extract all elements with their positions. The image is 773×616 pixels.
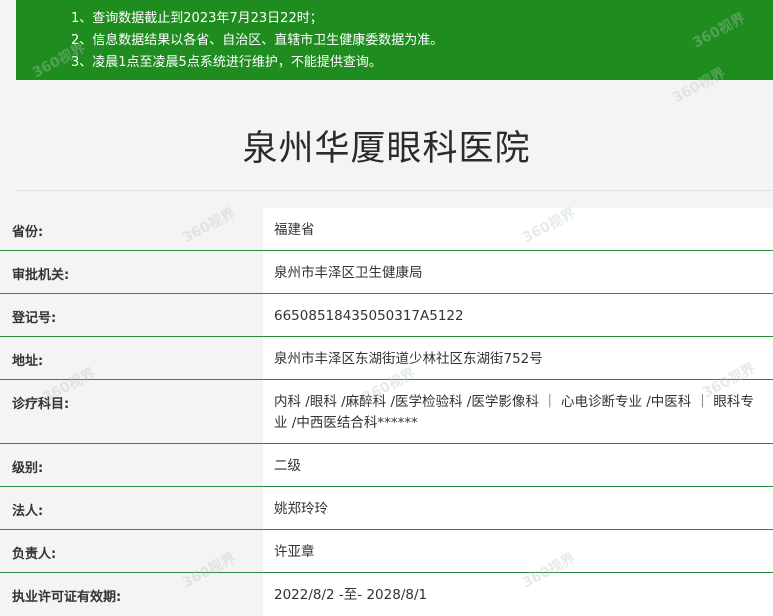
row-value: 内科 /眼科 /麻醉科 /医学检验科 /医学影像科 ｜ 心电诊断专业 /中医科 … bbox=[263, 380, 773, 443]
notice-line-3: 3、凌晨1点至凌晨5点系统进行维护，不能提供查询。 bbox=[71, 55, 382, 70]
table-row-province: 省份: 福建省 bbox=[0, 208, 773, 250]
row-value: 二级 bbox=[263, 444, 773, 486]
table-row-license-validity: 执业许可证有效期: 2022/8/2 -至- 2028/8/1 bbox=[0, 572, 773, 616]
row-label: 负责人: bbox=[12, 547, 57, 562]
notice-banner: 1、查询数据截止到2023年7月23日22时； 2、信息数据结果以各省、自治区、… bbox=[16, 0, 773, 80]
row-label: 省份: bbox=[12, 225, 44, 240]
row-label: 地址: bbox=[12, 354, 44, 369]
table-row-authority: 审批机关: 泉州市丰泽区卫生健康局 bbox=[0, 250, 773, 293]
row-value: 姚郑玲玲 bbox=[263, 487, 773, 529]
row-value: 许亚章 bbox=[263, 530, 773, 572]
page-title: 泉州华厦眼科医院 bbox=[242, 129, 531, 169]
table-row-level: 级别: 二级 bbox=[0, 443, 773, 486]
row-value: 泉州市丰泽区东湖街道少林社区东湖街752号 bbox=[263, 337, 773, 379]
row-label: 法人: bbox=[12, 504, 44, 519]
row-value: 泉州市丰泽区卫生健康局 bbox=[263, 251, 773, 293]
table-row-legal-person: 法人: 姚郑玲玲 bbox=[0, 486, 773, 529]
row-label: 级别: bbox=[12, 461, 44, 476]
table-row-address: 地址: 泉州市丰泽区东湖街道少林社区东湖街752号 bbox=[0, 336, 773, 379]
table-row-departments: 诊疗科目: 内科 /眼科 /麻醉科 /医学检验科 /医学影像科 ｜ 心电诊断专业… bbox=[0, 379, 773, 443]
notice-line-2: 2、信息数据结果以各省、自治区、直辖市卫生健康委数据为准。 bbox=[71, 33, 444, 48]
table-row-registration: 登记号: 66508518435050317A5122 bbox=[0, 293, 773, 336]
title-divider bbox=[15, 190, 773, 191]
row-value: 福建省 bbox=[263, 208, 773, 250]
row-label: 诊疗科目: bbox=[12, 397, 70, 412]
info-table: 省份: 福建省 审批机关: 泉州市丰泽区卫生健康局 登记号: 665085184… bbox=[0, 208, 773, 616]
notice-line-1: 1、查询数据截止到2023年7月23日22时； bbox=[71, 11, 323, 26]
table-row-responsible: 负责人: 许亚章 bbox=[0, 529, 773, 572]
row-value: 66508518435050317A5122 bbox=[263, 294, 773, 336]
row-label: 审批机关: bbox=[12, 268, 70, 283]
row-label: 登记号: bbox=[12, 311, 57, 326]
